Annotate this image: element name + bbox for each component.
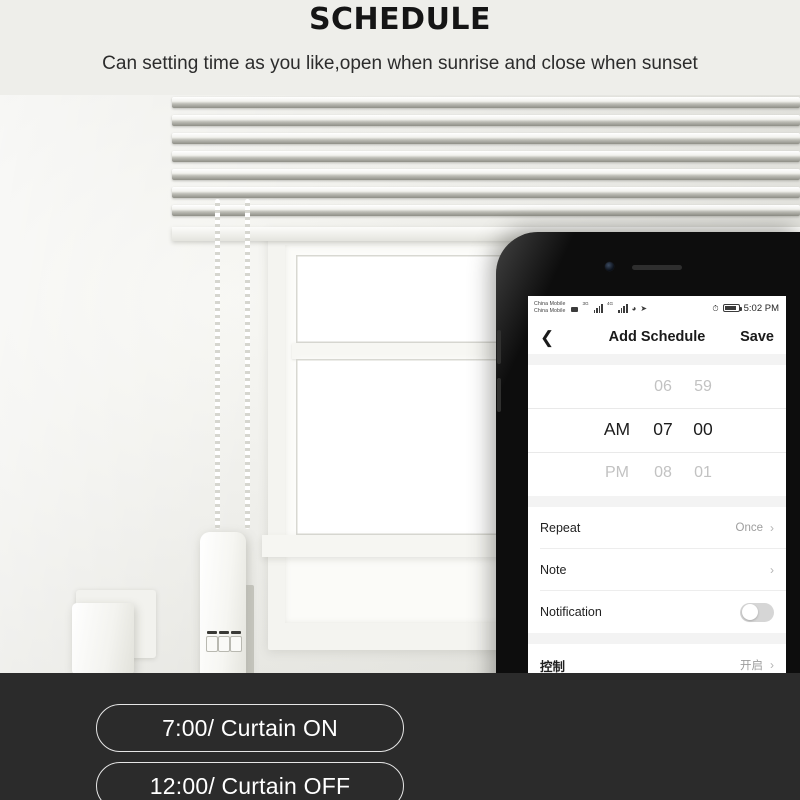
data-transfer-icon: ➤ [640, 303, 648, 313]
schedule-pill-curtain-off: 12:00/ Curtain OFF [96, 762, 404, 800]
row-control-label: 控制 [540, 658, 566, 674]
page-title: SCHEDULE [308, 2, 492, 37]
chevron-right-icon: › [770, 563, 774, 577]
blind-chain-right [245, 199, 250, 529]
phone-volume-up-button [497, 330, 501, 364]
row-control-right: 开启 › [740, 657, 774, 673]
row-control-value: 开启 [740, 658, 763, 672]
front-camera-icon [605, 262, 614, 271]
row-repeat-right: Once › [736, 522, 775, 534]
row-note[interactable]: Note › [528, 549, 786, 591]
network-type-label-1: 3G [582, 300, 589, 306]
motor-open-button [206, 631, 218, 652]
carrier-label-2: China Mobile [534, 308, 566, 314]
wifi-icon: ◕ [631, 303, 637, 313]
page-subtitle: Can setting time as you like,open when s… [102, 53, 698, 74]
chevron-right-icon: › [770, 658, 774, 672]
carrier-labels: China Mobile China Mobile [534, 301, 565, 316]
chevron-left-icon[interactable]: ❮ [540, 329, 554, 346]
picker-divider-bottom [528, 452, 786, 453]
time-picker[interactable]: 06 59 AM 07 00 PM 08 01 [528, 365, 786, 496]
blind-chain-left [215, 199, 220, 529]
save-button[interactable]: Save [740, 329, 774, 345]
power-adapter [72, 603, 134, 673]
row-repeat-value: Once [735, 522, 764, 534]
nav-bar: ❮ Add Schedule Save [528, 320, 786, 354]
minute-value-previous: 59 [694, 377, 712, 395]
status-left-group: China Mobile China Mobile 3G 4G ◕ ➤ [534, 301, 647, 316]
motor-stop-button [218, 631, 230, 652]
window-pane-top [296, 255, 502, 343]
chevron-right-icon: › [770, 521, 774, 535]
ampm-value-next: PM [605, 463, 629, 481]
sim-card-icon [571, 306, 579, 312]
time-picker-row-selected[interactable]: AM 07 00 [528, 408, 786, 451]
row-note-label: Note [540, 563, 567, 577]
signal-bars-icon-2 [618, 303, 628, 313]
carrier-label-1: China Mobile [534, 300, 566, 307]
signal-bars-icon-1 [593, 303, 603, 313]
notification-toggle[interactable] [740, 602, 774, 622]
alarm-clock-icon: ⏱ [712, 303, 719, 313]
status-bar: China Mobile China Mobile 3G 4G ◕ ➤ ⏱ 5:… [528, 296, 786, 320]
hour-value-previous: 06 [654, 377, 672, 395]
section-gap-middle [528, 496, 786, 507]
schedule-pill-curtain-on: 7:00/ Curtain ON [96, 704, 404, 752]
time-picker-row-next[interactable]: PM 08 01 [528, 451, 786, 494]
row-notification-label: Notification [540, 605, 602, 619]
row-notification[interactable]: Notification [528, 591, 786, 633]
battery-icon [722, 304, 742, 312]
picker-divider-top [528, 408, 786, 409]
minute-value-selected: 00 [693, 419, 713, 439]
motor-close-button [230, 631, 242, 652]
minute-value-next: 01 [694, 463, 712, 481]
status-right-group: ⏱ 5:02 PM [712, 303, 779, 314]
row-repeat[interactable]: Repeat Once › [528, 507, 786, 549]
status-bar-clock: 5:02 PM [743, 302, 779, 314]
toggle-knob [741, 604, 758, 620]
motor-button-group [206, 630, 242, 652]
row-note-right: › [763, 564, 774, 576]
window-pane-bottom [296, 359, 502, 535]
header-banner: SCHEDULE Can setting time as you like,op… [0, 0, 800, 95]
schedule-promo-page: SCHEDULE Can setting time as you like,op… [0, 0, 800, 800]
network-type-label-2: 4G [607, 300, 614, 306]
hour-value-next: 08 [654, 463, 672, 481]
phone-volume-down-button [497, 378, 501, 412]
row-notification-right [740, 602, 774, 622]
venetian-blinds [172, 95, 800, 241]
window-mullion [292, 343, 506, 359]
section-gap-top [528, 354, 786, 365]
hour-value-selected: 07 [653, 419, 673, 439]
ampm-value-selected: AM [603, 419, 631, 439]
section-gap-bottom [528, 633, 786, 644]
earpiece-speaker [632, 265, 682, 270]
row-repeat-label: Repeat [540, 521, 581, 535]
time-picker-row-previous[interactable]: 06 59 [528, 365, 786, 408]
